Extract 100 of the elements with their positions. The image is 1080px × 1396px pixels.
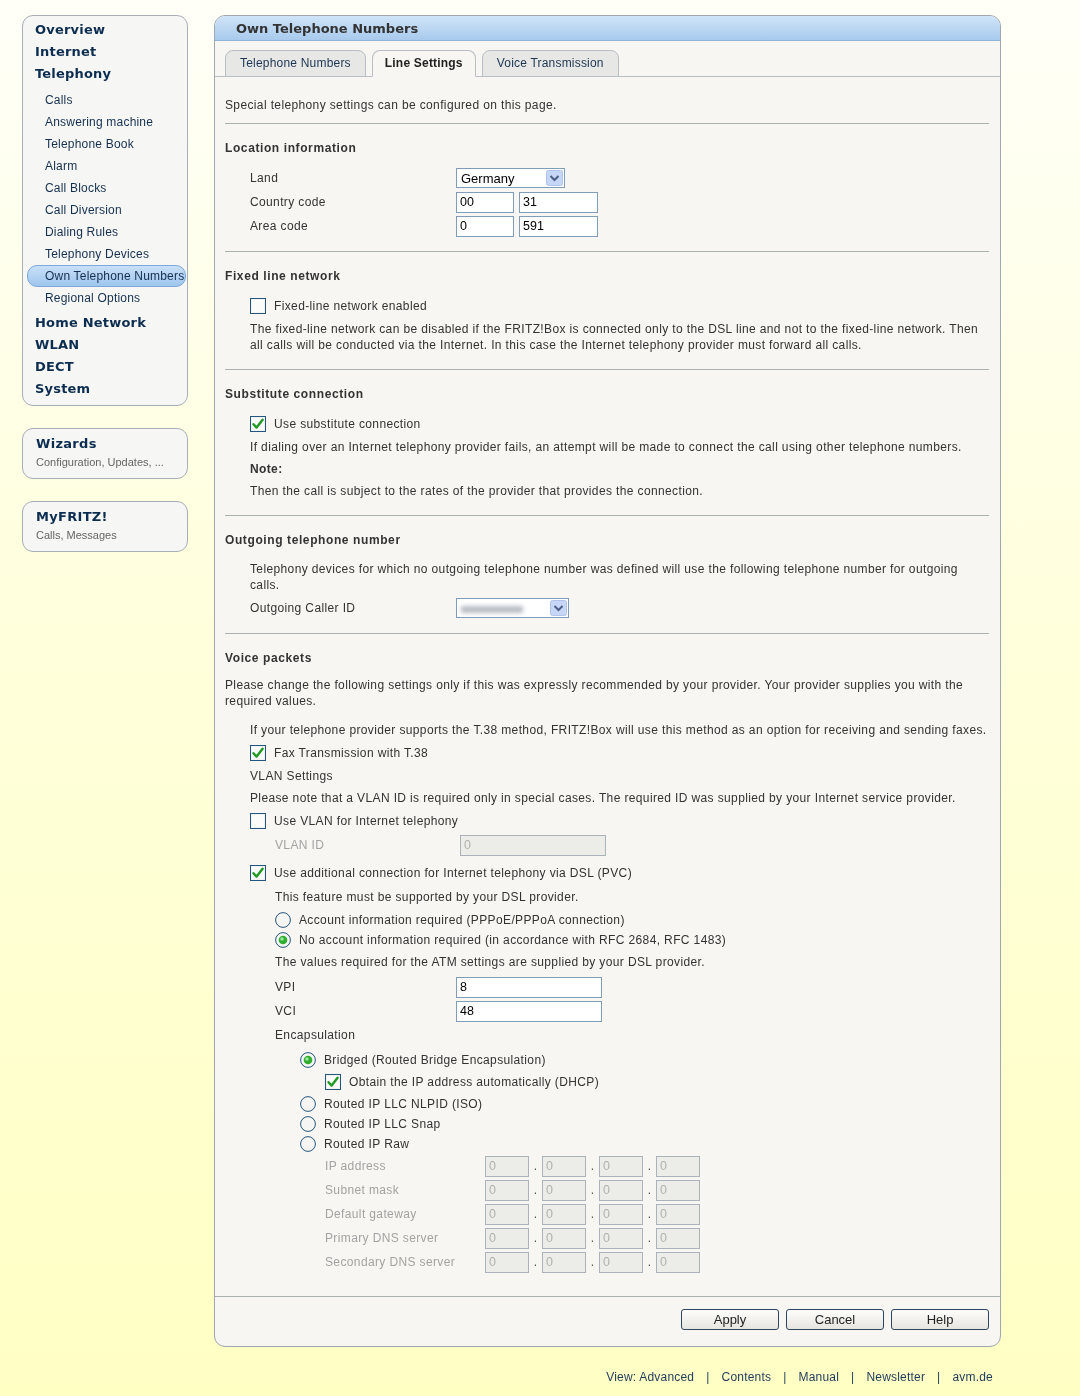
input-field: 0	[656, 1179, 700, 1201]
footer-link[interactable]: Manual	[798, 1369, 840, 1385]
link-separator: |	[706, 1369, 710, 1385]
radio-label[interactable]: Account information required (PPPoE/PPPoA connection)	[299, 913, 625, 927]
description-text: Telephony devices for which no outgoing telephone number was defined will use the following telephone number for outgoing calls.	[250, 561, 959, 594]
checkbox-label[interactable]: Use additional connection for Internet telephony via DSL (PVC)	[274, 866, 632, 880]
shortcut-title[interactable]: Wizards	[36, 435, 187, 452]
radio-label[interactable]: Routed IP LLC NLPID (ISO)	[324, 1097, 483, 1111]
dialog-button[interactable]: Apply	[681, 1309, 779, 1330]
checkbox-label[interactable]: Obtain the IP address automatically (DHCP)	[349, 1075, 600, 1089]
chevron-down-icon[interactable]	[546, 170, 563, 186]
input-field: 0	[485, 1227, 529, 1249]
radio-label[interactable]: Routed IP Raw	[324, 1137, 410, 1151]
dot-separator: .	[646, 1231, 653, 1245]
checkbox[interactable]	[250, 298, 266, 314]
input-field[interactable]: 48	[456, 1000, 602, 1022]
field-label: VPI	[275, 980, 297, 994]
section-heading: Outgoing telephone number	[225, 532, 402, 548]
input-field: 0	[485, 1203, 529, 1225]
nav-subitem[interactable]: Telephony Devices	[27, 243, 186, 265]
tab[interactable]: Voice Transmission	[481, 50, 619, 77]
field-label: Subnet mask	[325, 1183, 401, 1197]
nav-subitem[interactable]: Regional Options	[27, 287, 186, 309]
input-field[interactable]: 00	[456, 191, 514, 213]
nav-subitem[interactable]: Own Telephone Numbers	[27, 265, 186, 287]
nav-item[interactable]: Telephony	[24, 63, 186, 85]
description-text: Please change the following settings only if this was expressly recommended by your provider. Your provider supplies you with the required values.	[225, 677, 965, 709]
footer-link[interactable]: avm.de	[952, 1369, 993, 1385]
shortcut-subtitle: Configuration, Updates, ...	[36, 455, 165, 469]
shortcut-title[interactable]: MyFRITZ!	[36, 508, 187, 525]
footer-link[interactable]: View: Advanced	[606, 1369, 695, 1385]
shortcut-card[interactable]: Wizards Configuration, Updates, ...	[22, 428, 188, 479]
radio-button[interactable]	[300, 1136, 316, 1152]
checkbox[interactable]	[250, 865, 266, 881]
footer-link[interactable]: Contents	[721, 1369, 772, 1385]
input-field: 0	[542, 1227, 586, 1249]
radio-button[interactable]	[300, 1052, 316, 1068]
nav-subitem[interactable]: Calls	[27, 89, 186, 111]
dot-separator: .	[589, 1207, 596, 1221]
description-text: The fixed-line network can be disabled if the FRITZ!Box is connected only to the DSL line and not to the fixed-line network. Then all calls will be conducted via the Internet. In this case the Internet telephony provider must forward all calls.	[250, 321, 980, 354]
nav-item[interactable]: DECT	[24, 356, 186, 378]
description-text: This feature must be supported by your DSL provider.	[275, 889, 580, 906]
field-label: Land	[250, 171, 280, 185]
shortcut-subtitle: Calls, Messages	[36, 528, 118, 542]
description-text: VLAN Settings	[250, 768, 334, 785]
input-field[interactable]: 31	[519, 191, 598, 213]
dot-separator: .	[589, 1255, 596, 1269]
input-field: 0	[542, 1155, 586, 1177]
checkbox[interactable]	[250, 416, 266, 432]
nav-item[interactable]: Home Network	[24, 312, 186, 334]
nav-item[interactable]: Overview	[24, 19, 186, 41]
nav-subitem[interactable]: Call Blocks	[27, 177, 186, 199]
dialog-button[interactable]: Cancel	[786, 1309, 884, 1330]
link-separator: |	[851, 1369, 855, 1385]
radio-button[interactable]	[275, 912, 291, 928]
nav-item[interactable]: Internet	[24, 41, 186, 63]
field-label: VLAN ID	[275, 838, 326, 852]
radio-button[interactable]	[300, 1096, 316, 1112]
radio-button[interactable]	[275, 932, 291, 948]
nav-subitem[interactable]: Dialing Rules	[27, 221, 186, 243]
input-field: 0	[542, 1251, 586, 1273]
tab[interactable]: Telephone Numbers	[225, 50, 366, 77]
footer-link[interactable]: Newsletter	[866, 1369, 926, 1385]
section-heading: Fixed line network	[225, 268, 342, 284]
input-field: 0	[485, 1179, 529, 1201]
checkbox[interactable]	[250, 813, 266, 829]
checkbox-label[interactable]: Use substitute connection	[274, 417, 421, 431]
checkbox-label[interactable]: Fax Transmission with T.38	[274, 746, 429, 760]
description-text: If your telephone provider supports the T.38 method, FRITZ!Box will use this method as an option for receiving and sending faxes.	[250, 722, 988, 739]
input-field: 0	[599, 1251, 643, 1273]
radio-label[interactable]: No account information required (in accordance with RFC 2684, RFC 1483)	[299, 933, 727, 947]
checkbox[interactable]	[250, 745, 266, 761]
input-field: 0	[542, 1179, 586, 1201]
description-text: Encapsulation	[275, 1027, 357, 1044]
panel-title: Own Telephone Numbers	[236, 20, 419, 36]
dropdown[interactable]	[456, 598, 569, 618]
dropdown[interactable]: Germany	[456, 168, 565, 188]
tab[interactable]: Line Settings	[371, 50, 476, 77]
nav-item[interactable]: WLAN	[24, 334, 186, 356]
nav-subitem[interactable]: Telephone Book	[27, 133, 186, 155]
radio-label[interactable]: Routed IP LLC Snap	[324, 1117, 441, 1131]
nav-subitem[interactable]: Answering machine	[27, 111, 186, 133]
nav-subitem[interactable]: Call Diversion	[27, 199, 186, 221]
dot-separator: .	[646, 1255, 653, 1269]
nav-item[interactable]: System	[24, 378, 186, 400]
radio-button[interactable]	[300, 1116, 316, 1132]
dot-separator: .	[532, 1255, 539, 1269]
input-field[interactable]: 8	[456, 976, 602, 998]
checkbox-label[interactable]: Use VLAN for Internet telephony	[274, 814, 459, 828]
checkbox-label[interactable]: Fixed-line network enabled	[274, 299, 428, 313]
section-heading: Voice packets	[225, 650, 313, 666]
nav-subitem[interactable]: Alarm	[27, 155, 186, 177]
input-field: 0	[599, 1227, 643, 1249]
checkbox[interactable]	[325, 1074, 341, 1090]
chevron-down-icon[interactable]	[550, 600, 567, 616]
shortcut-card[interactable]: MyFRITZ! Calls, Messages	[22, 501, 188, 552]
input-field[interactable]: 0	[456, 215, 514, 237]
dialog-button[interactable]: Help	[891, 1309, 989, 1330]
input-field[interactable]: 591	[519, 215, 598, 237]
radio-label[interactable]: Bridged (Routed Bridge Encapsulation)	[324, 1053, 546, 1067]
